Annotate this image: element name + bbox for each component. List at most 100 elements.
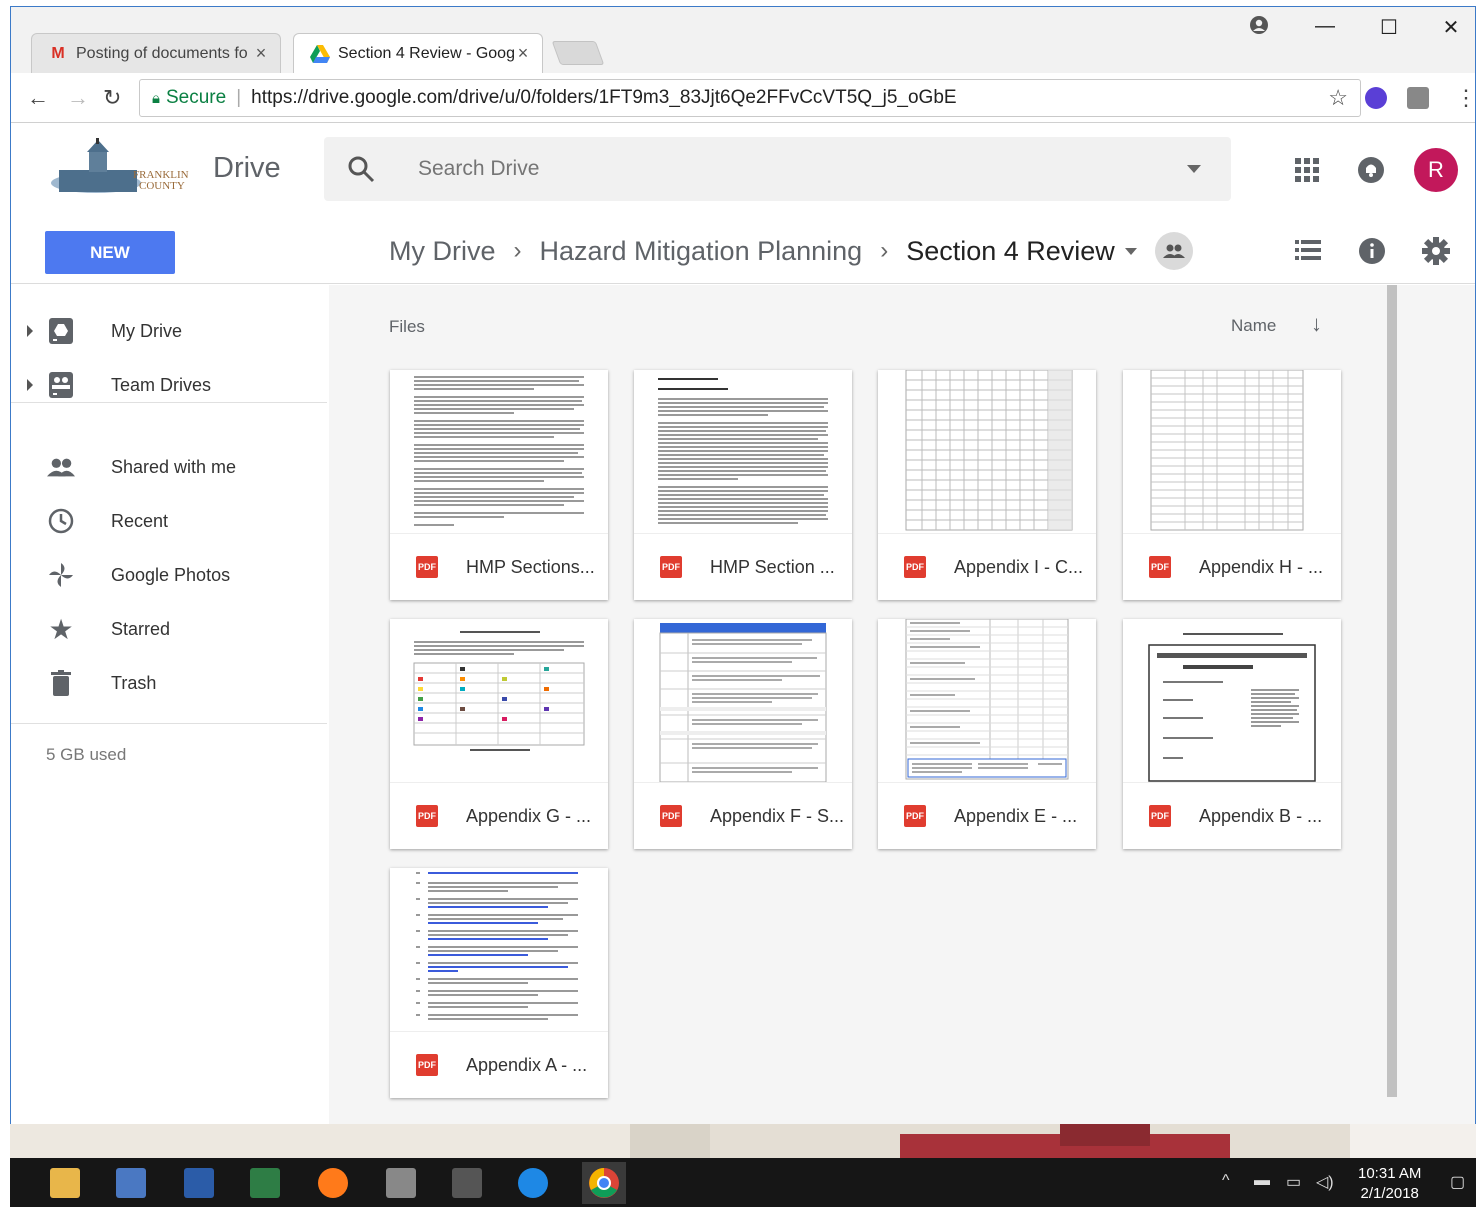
word-icon[interactable] (184, 1168, 214, 1198)
breadcrumb-my-drive[interactable]: My Drive (389, 236, 496, 267)
search-options-icon[interactable] (1187, 165, 1201, 173)
trash-icon (47, 669, 75, 697)
new-button[interactable]: NEW (45, 231, 175, 274)
chevron-down-icon[interactable] (1124, 247, 1137, 255)
pdf-icon: PDF (660, 805, 682, 827)
sidebar-item-my-drive[interactable]: My Drive (11, 309, 329, 353)
scrollbar[interactable] (1387, 285, 1397, 1097)
address-bar[interactable]: 🔒︎ Secure | https://drive.google.com/dri… (139, 79, 1361, 117)
sidebar: My Drive Team Drives Shared with me Rece… (11, 285, 329, 1125)
file-card[interactable]: PDF Appendix I - C... (878, 370, 1096, 600)
battery-icon[interactable]: ▬ (1254, 1172, 1270, 1190)
google-drive-icon (310, 44, 330, 63)
sidebar-item-trash[interactable]: Trash (11, 661, 329, 705)
file-card[interactable]: PDF HMP Section ... (634, 370, 852, 600)
action-center-icon[interactable]: ▢ (1450, 1172, 1465, 1192)
files-heading: Files (389, 317, 425, 336)
people-icon (47, 453, 75, 481)
network-icon[interactable]: ▭ (1286, 1172, 1301, 1192)
extension-icon-2[interactable] (1407, 87, 1429, 109)
file-name: HMP Section ... (710, 556, 835, 577)
file-card[interactable]: PDF Appendix F - S... (634, 619, 852, 849)
avatar[interactable]: R (1414, 148, 1458, 192)
list-view-icon[interactable] (1295, 240, 1321, 265)
system-clock[interactable]: 10:31 AM 2/1/2018 (1358, 1164, 1421, 1204)
expand-arrow-icon[interactable] (27, 325, 33, 337)
tray-chevron-up-icon[interactable]: ^ (1222, 1172, 1230, 1190)
drive-header: FRANKLIN COUNTY Drive Search Drive R NEW (11, 124, 1475, 284)
file-card[interactable]: PDF Appendix B - ... (1123, 619, 1341, 849)
app-title: Drive (213, 152, 281, 184)
back-icon[interactable]: ← (27, 85, 49, 111)
file-thumbnail (634, 619, 852, 782)
sort-direction-icon[interactable]: ↓ (1311, 311, 1322, 337)
sidebar-item-starred[interactable]: ★ Starred (11, 607, 329, 651)
apps-grid-icon[interactable] (1295, 158, 1319, 187)
snipping-tool-icon[interactable] (386, 1168, 416, 1198)
file-card[interactable]: PDF Appendix G - ... (390, 619, 608, 849)
browser-toolbar: ← → ↻ 🔒︎ Secure | https://drive.google.c… (11, 73, 1475, 123)
franklin-county-logo[interactable]: FRANKLIN COUNTY (51, 138, 196, 204)
file-thumbnail (1123, 619, 1341, 782)
tab-drive[interactable]: Section 4 Review - Goog × (293, 33, 543, 73)
pdf-icon: PDF (904, 556, 926, 578)
pdf-icon: PDF (1149, 805, 1171, 827)
expand-arrow-icon[interactable] (27, 379, 33, 391)
extension-icon[interactable] (1365, 87, 1387, 109)
file-thumbnail (878, 619, 1096, 782)
close-tab-icon[interactable]: × (252, 43, 270, 64)
control-panel-icon[interactable] (116, 1168, 146, 1198)
search-input[interactable]: Search Drive (418, 157, 539, 181)
bookmark-star-icon[interactable]: ☆ (1328, 85, 1348, 111)
file-thumbnail (1123, 370, 1341, 533)
info-icon[interactable] (1358, 237, 1386, 270)
url-text: https://drive.google.com/drive/u/0/folde… (251, 87, 957, 108)
pdf-icon: PDF (904, 805, 926, 827)
star-icon: ★ (48, 613, 74, 645)
chevron-right-icon: › (880, 237, 889, 264)
shared-folder-icon[interactable] (1154, 232, 1193, 270)
close-tab-icon[interactable]: × (514, 43, 532, 64)
storage-usage[interactable]: 5 GB used (46, 745, 126, 765)
internet-explorer-icon[interactable] (518, 1168, 548, 1198)
file-thumbnail (390, 370, 608, 533)
profile-icon[interactable] (1229, 15, 1289, 45)
file-thumbnail (634, 370, 852, 533)
minimize-icon[interactable]: — (1295, 15, 1355, 45)
new-tab-button[interactable] (551, 41, 605, 65)
file-thumbnail (878, 370, 1096, 533)
sidebar-item-google-photos[interactable]: Google Photos (11, 553, 329, 597)
chrome-menu-icon[interactable]: ⋮ (1455, 85, 1475, 111)
file-card[interactable]: PDF Appendix H - ... (1123, 370, 1341, 600)
firefox-icon[interactable] (318, 1168, 348, 1198)
remote-desktop-icon[interactable] (452, 1168, 482, 1198)
search-box[interactable]: Search Drive (324, 137, 1231, 201)
sort-by-name[interactable]: Name (1231, 316, 1276, 336)
sidebar-item-team-drives[interactable]: Team Drives (11, 363, 329, 407)
file-thumbnail (390, 619, 608, 782)
settings-gear-icon[interactable] (1422, 237, 1450, 270)
volume-icon[interactable]: ◁) (1316, 1172, 1334, 1192)
chrome-taskbar-button[interactable] (582, 1162, 626, 1204)
breadcrumb-current[interactable]: Section 4 Review (906, 236, 1115, 267)
close-window-icon[interactable]: ✕ (1421, 15, 1475, 45)
maximize-icon[interactable]: ☐ (1359, 15, 1419, 45)
file-card[interactable]: PDF Appendix A - ... (390, 868, 608, 1098)
file-card[interactable]: PDF Appendix E - ... (878, 619, 1096, 849)
pdf-icon: PDF (416, 1054, 438, 1076)
file-name: Appendix A - ... (466, 1054, 588, 1075)
file-card[interactable]: PDF HMP Sections... (390, 370, 608, 600)
sidebar-item-shared[interactable]: Shared with me (11, 445, 329, 489)
reload-icon[interactable]: ↻ (103, 85, 121, 111)
pdf-icon: PDF (416, 805, 438, 827)
breadcrumb-hazard-mitigation[interactable]: Hazard Mitigation Planning (540, 236, 863, 267)
pdf-icon: PDF (660, 556, 682, 578)
forward-icon[interactable]: → (67, 85, 89, 111)
sidebar-item-recent[interactable]: Recent (11, 499, 329, 543)
excel-icon[interactable] (250, 1168, 280, 1198)
file-name: Appendix G - ... (466, 805, 592, 826)
tab-gmail[interactable]: M Posting of documents fo × (31, 33, 281, 73)
notifications-icon[interactable] (1357, 156, 1385, 189)
file-explorer-icon[interactable] (50, 1168, 80, 1198)
desktop-wallpaper (10, 1124, 1476, 1158)
